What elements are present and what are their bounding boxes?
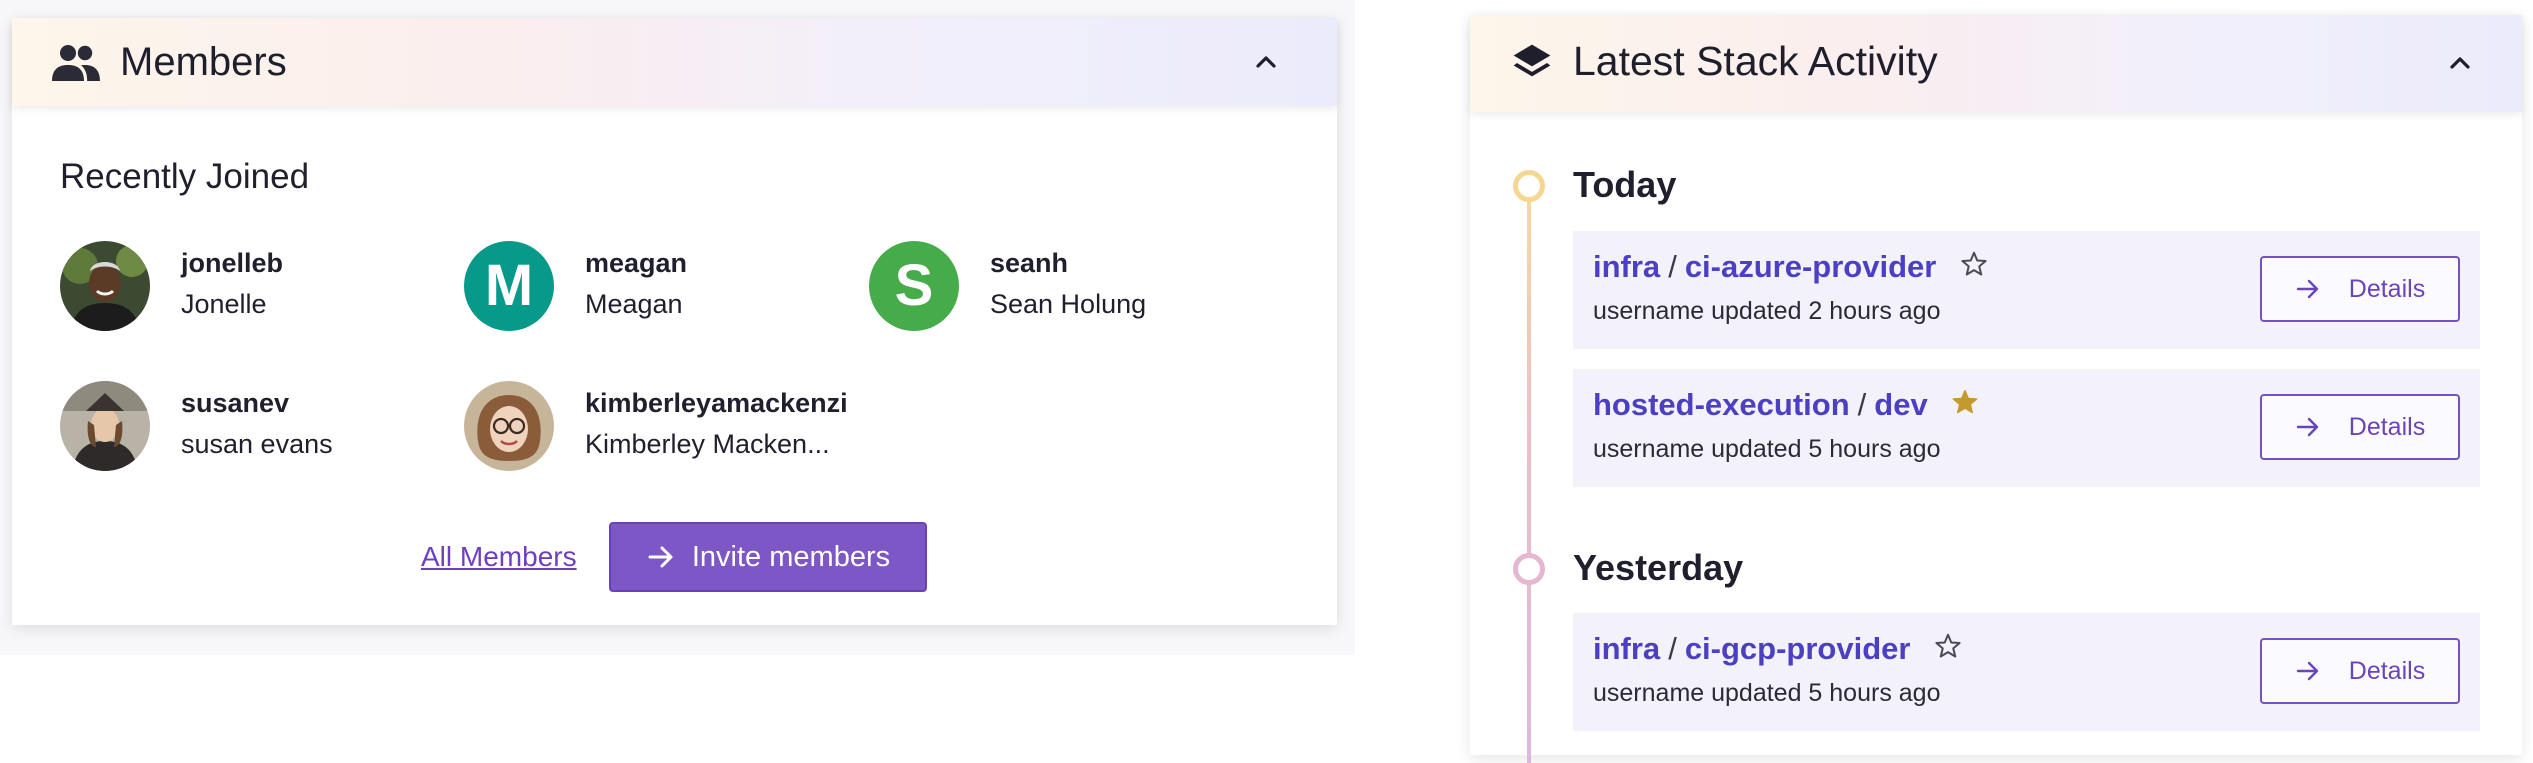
group-label-yesterday: Yesterday: [1573, 547, 1744, 588]
avatar-initial: S: [894, 253, 934, 318]
path-separator: /: [1668, 249, 1677, 284]
member-username: jonelleb: [181, 248, 284, 278]
member-name: Meagan: [585, 289, 683, 319]
member-item-seanh[interactable]: S seanh Sean Holung: [869, 241, 1269, 333]
member-name: Sean Holung: [990, 289, 1147, 319]
all-members-link[interactable]: All Members: [421, 538, 577, 576]
member-username: meagan: [585, 248, 688, 278]
member-item-kimberleyamackenzi[interactable]: kimberleyamackenzi Kimberley Macken...: [464, 381, 864, 473]
activity-collapse-button[interactable]: [2438, 41, 2482, 85]
member-item-susanev[interactable]: susanev susan evans: [60, 381, 460, 473]
activity-item: infra / ci-azure-provider username updated…: [1573, 231, 2480, 349]
members-collapse-button[interactable]: [1244, 40, 1288, 84]
avatar: S: [869, 241, 959, 331]
timeline-dot-yesterday: [1513, 553, 1545, 585]
updated-text: username updated 5 hours ago: [1593, 679, 1941, 707]
stack-link[interactable]: dev: [1874, 387, 1927, 422]
member-username: susanev: [181, 388, 290, 418]
updated-text: username updated 2 hours ago: [1593, 297, 1941, 325]
arrow-right-icon: [2296, 279, 2318, 299]
group-label-today: Today: [1573, 164, 1677, 205]
org-link[interactable]: infra: [1593, 249, 1660, 284]
recently-joined-heading: Recently Joined: [60, 157, 310, 196]
invite-members-button[interactable]: Invite members: [609, 522, 927, 592]
activity-item: hosted-execution / dev username updated 5 …: [1573, 369, 2480, 487]
members-title: Members: [120, 40, 287, 84]
stack-link[interactable]: ci-azure-provider: [1685, 249, 1937, 284]
star-filled-icon[interactable]: [1950, 387, 1980, 417]
member-name: Jonelle: [181, 289, 267, 319]
avatar: [60, 241, 150, 331]
path-separator: /: [1857, 387, 1867, 422]
layers-icon: [1512, 41, 1552, 85]
member-item-meagan[interactable]: M meagan Meagan: [464, 241, 864, 333]
org-link[interactable]: hosted-execution: [1593, 387, 1850, 422]
stack-activity-card: Latest Stack Activity Today infra / ci-azu…: [1470, 15, 2522, 763]
avatar-initial: M: [484, 253, 534, 318]
stack-activity-title: Latest Stack Activity: [1573, 38, 1938, 84]
stack-activity-header: Latest Stack Activity: [1470, 15, 2522, 112]
avatar: [464, 381, 554, 471]
member-name: Kimberley Macken...: [585, 429, 830, 459]
stack-path: infra / ci-azure-provider: [1593, 247, 1989, 287]
member-name: susan evans: [181, 429, 333, 459]
updated-text: username updated 5 hours ago: [1593, 435, 1941, 463]
timeline-line: [1527, 193, 1531, 763]
avatar: [60, 381, 150, 471]
people-icon: [52, 43, 100, 83]
invite-members-label: Invite members: [691, 540, 891, 573]
details-button[interactable]: Details: [2260, 394, 2460, 460]
arrow-right-icon: [648, 546, 673, 568]
activity-item: infra / ci-gcp-provider username updated 5…: [1573, 613, 2480, 731]
arrow-right-icon: [2296, 417, 2318, 437]
star-outline-icon[interactable]: [1933, 631, 1963, 661]
details-button[interactable]: Details: [2260, 638, 2460, 704]
members-header: Members: [12, 18, 1337, 106]
member-username: seanh: [990, 248, 1069, 278]
details-label: Details: [2348, 274, 2426, 303]
chevron-up-icon: [1256, 56, 1276, 68]
stack-link[interactable]: ci-gcp-provider: [1685, 631, 1911, 666]
star-outline-icon[interactable]: [1959, 249, 1989, 279]
members-card: Members Recently Joined jonelleb Jonelle: [12, 18, 1337, 625]
details-label: Details: [2348, 412, 2426, 441]
member-username: kimberleyamackenzi: [585, 388, 847, 418]
stack-path: hosted-execution / dev: [1593, 385, 1980, 425]
member-item-jonelleb[interactable]: jonelleb Jonelle: [60, 241, 460, 333]
path-separator: /: [1668, 631, 1677, 666]
org-link[interactable]: infra: [1593, 631, 1660, 666]
details-button[interactable]: Details: [2260, 256, 2460, 322]
avatar: M: [464, 241, 554, 331]
stack-path: infra / ci-gcp-provider: [1593, 629, 1963, 669]
details-label: Details: [2348, 656, 2426, 685]
chevron-up-icon: [2450, 57, 2470, 69]
timeline-dot-today: [1513, 170, 1545, 202]
arrow-right-icon: [2296, 661, 2318, 681]
